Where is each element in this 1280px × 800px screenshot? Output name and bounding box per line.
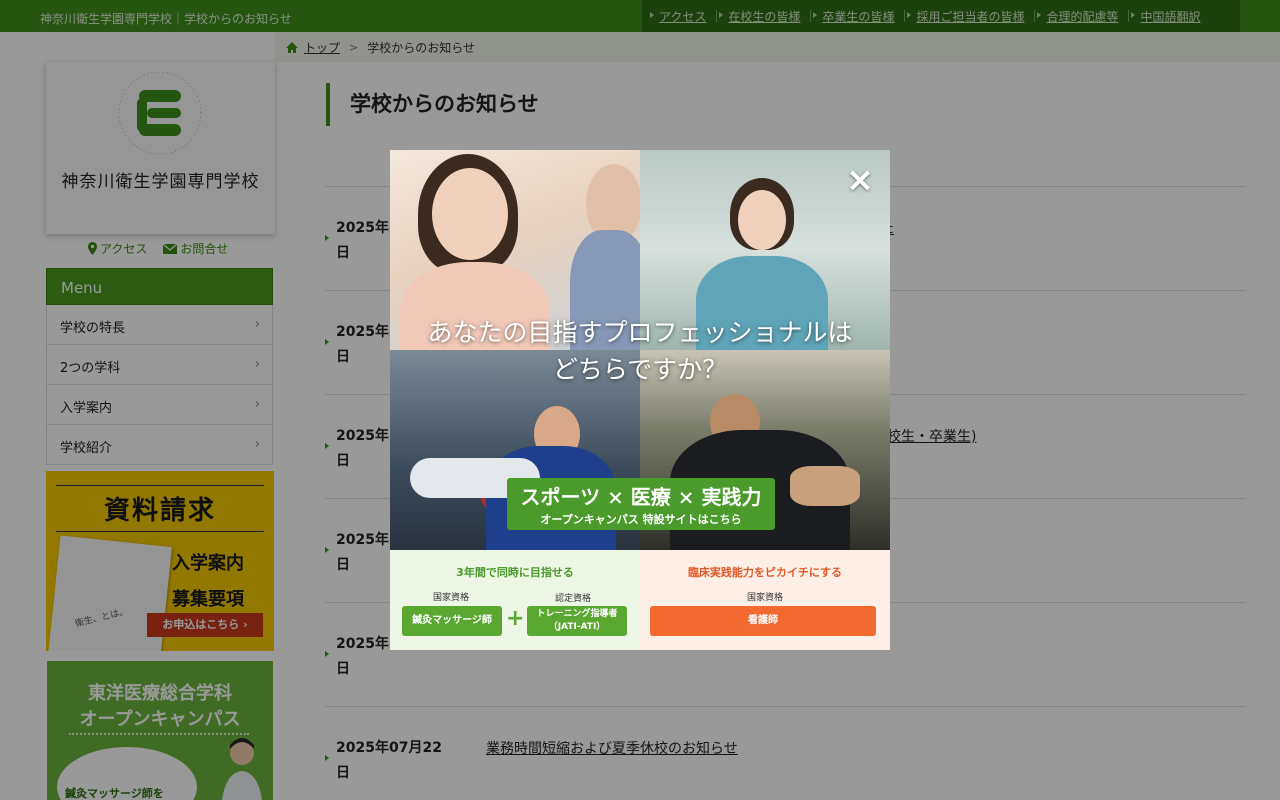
modal-question-line2: どちらですか？ <box>552 355 728 384</box>
close-icon[interactable]: × <box>845 163 875 197</box>
national-license-label: 国家資格 <box>433 593 470 603</box>
trainer-button-line1: トレーニング指導者 <box>536 609 618 619</box>
acupuncture-course-panel: 3年間で同時に目指せる 国家資格 認定資格 鍼灸マッサージ師 + トレーニング指… <box>390 550 640 650</box>
nursing-course-panel: 臨床実践能力をピカイチにする 国家資格 看護師 <box>640 550 890 650</box>
sports-site-link[interactable]: スポーツ × 医療 × 実践力 オープンキャンパス 特設サイトはこちら <box>507 478 775 530</box>
photo-detail <box>432 168 508 260</box>
open-campus-modal: あなたの目指すプロフェッショナルは どちらですか？ × スポーツ × 医療 × … <box>390 150 890 650</box>
photo-detail <box>738 190 786 250</box>
trainer-button-line2: （JATI-ATI） <box>548 622 606 632</box>
trainer-button[interactable]: トレーニング指導者 （JATI-ATI） <box>527 606 627 636</box>
sports-tagline: スポーツ × 医療 × 実践力 <box>520 485 762 509</box>
acupuncture-course-heading: 3年間で同時に目指せる <box>456 566 574 579</box>
modal-question: あなたの目指すプロフェッショナルは どちらですか？ <box>390 314 890 388</box>
nurse-button[interactable]: 看護師 <box>650 606 876 636</box>
modal-question-line1: あなたの目指すプロフェッショナルは <box>427 318 853 347</box>
sports-site-label: オープンキャンパス 特設サイトはこちら <box>540 513 742 526</box>
plus-icon: + <box>506 606 525 631</box>
certified-license-label: 認定資格 <box>555 594 592 604</box>
acupuncture-button[interactable]: 鍼灸マッサージ師 <box>402 606 502 636</box>
nursing-course-heading: 臨床実践能力をピカイチにする <box>687 566 843 579</box>
national-license-label: 国家資格 <box>746 593 783 603</box>
photo-detail <box>790 466 860 506</box>
